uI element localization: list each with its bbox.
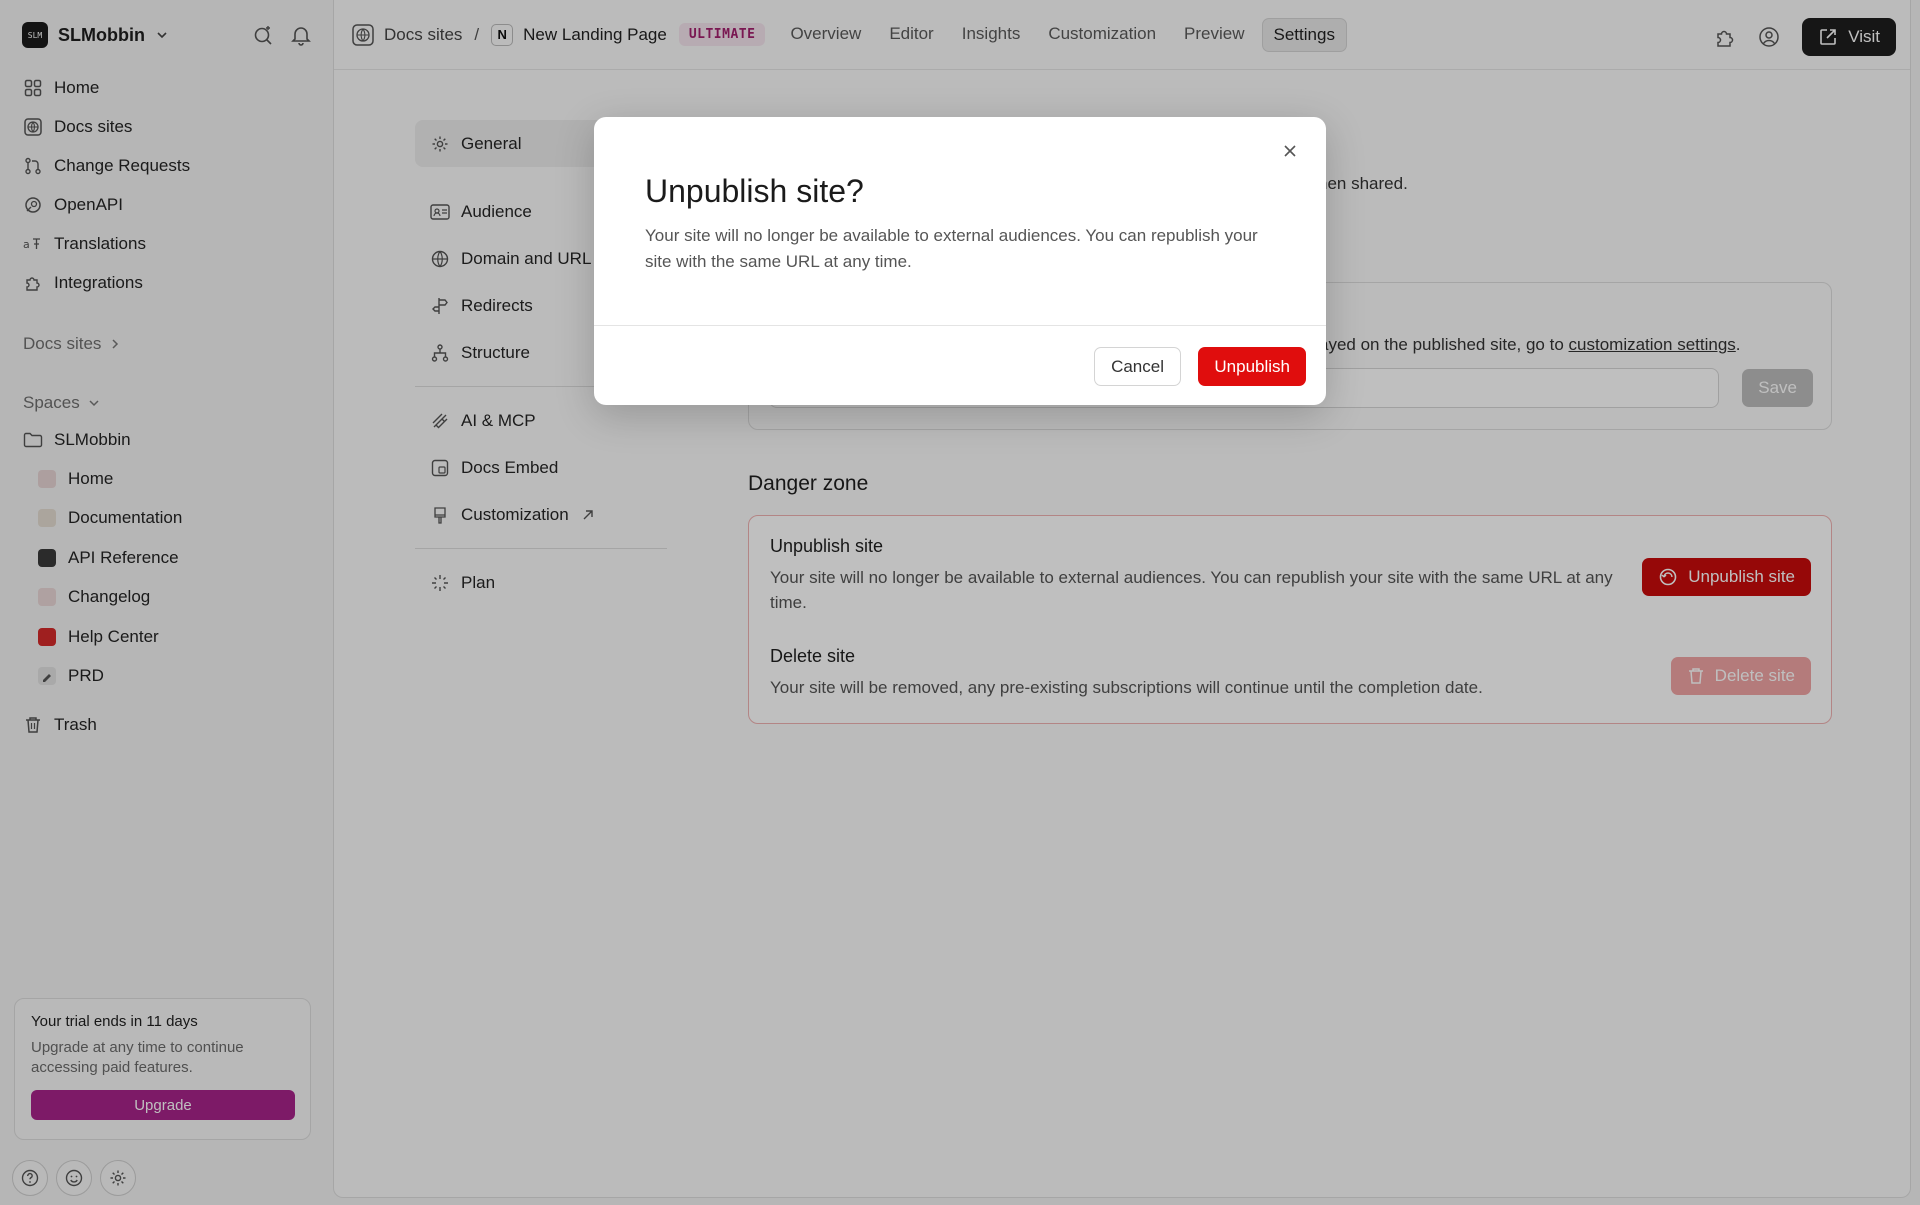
dialog-body: Your site will no longer be available to… (645, 226, 1258, 271)
unpublish-dialog: Unpublish site? Your site will no longer… (594, 117, 1326, 405)
confirm-unpublish-button[interactable]: Unpublish (1198, 347, 1306, 386)
cancel-button[interactable]: Cancel (1094, 347, 1181, 386)
dialog-title: Unpublish site? (645, 173, 864, 209)
close-icon[interactable] (1278, 139, 1302, 163)
dialog-divider (594, 325, 1326, 326)
